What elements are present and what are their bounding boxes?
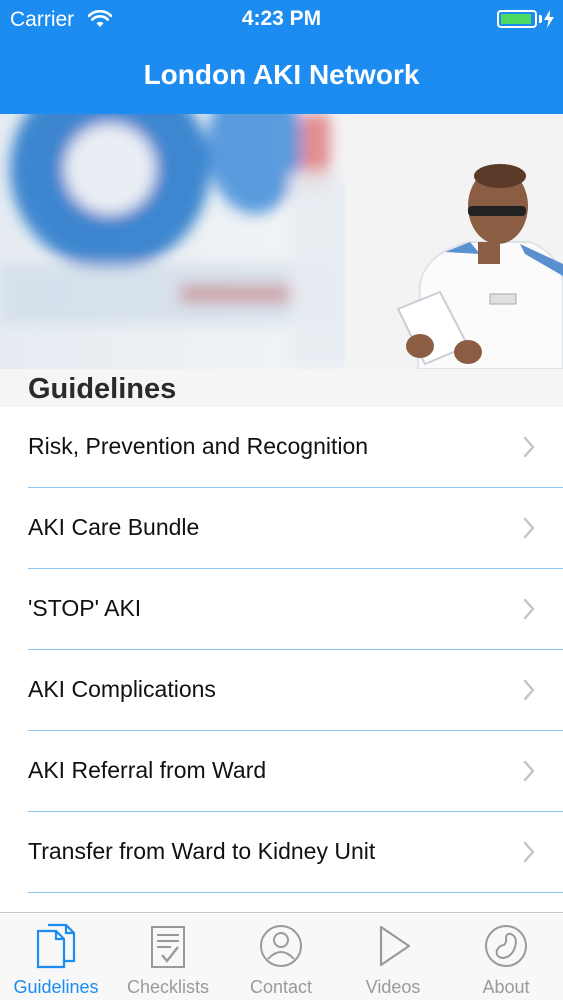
list-item-label: AKI Referral from Ward [28, 757, 267, 783]
charging-bolt-icon [544, 10, 554, 28]
contact-person-icon [260, 925, 302, 967]
section-header: Guidelines [0, 369, 563, 407]
navigation-bar: London AKI Network [0, 40, 563, 114]
list-item[interactable]: Risk, Prevention and Recognition [0, 407, 563, 488]
battery-tip [539, 15, 542, 23]
chevron-right-icon [523, 841, 535, 863]
list-item[interactable]: AKI Care Bundle [0, 488, 563, 569]
list-item[interactable]: AKI Complications [0, 650, 563, 731]
list-item[interactable]: 'STOP' AKI [0, 569, 563, 650]
tab-guidelines[interactable]: Guidelines [0, 913, 112, 1000]
section-title: Guidelines [28, 373, 177, 405]
checklist-icon [151, 926, 185, 968]
status-time: 4:23 PM [241, 7, 322, 30]
chevron-right-icon [523, 760, 535, 782]
battery-level [501, 14, 531, 24]
tab-label: Contact [249, 977, 313, 997]
list-item-label: AKI Complications [28, 676, 216, 702]
clinician-photo [0, 114, 563, 369]
list-item-label: Risk, Prevention and Recognition [28, 433, 369, 459]
tab-contact[interactable]: Contact [225, 913, 337, 1000]
chevron-right-icon [523, 679, 535, 701]
kidney-icon [485, 925, 527, 967]
tab-videos[interactable]: Videos [337, 913, 449, 1000]
tab-label: About [482, 977, 530, 997]
document-icon [36, 923, 76, 969]
tab-bar: Guidelines Checklists Contact Videos Abo… [0, 912, 563, 1000]
chevron-right-icon [523, 598, 535, 620]
chevron-right-icon [523, 436, 535, 458]
chevron-right-icon [523, 517, 535, 539]
tab-label: Guidelines [13, 977, 99, 997]
hero-photo [0, 114, 563, 369]
status-bar: Carrier 4:23 PM [0, 0, 563, 40]
tab-label: Checklists [126, 977, 210, 997]
row-separator [28, 892, 563, 893]
tab-about[interactable]: About [450, 913, 562, 1000]
list-item-label: Transfer from Ward to Kidney Unit [28, 838, 376, 864]
guidelines-list: Risk, Prevention and Recognition AKI Car… [0, 407, 563, 893]
list-item-label: AKI Care Bundle [28, 514, 200, 540]
list-item[interactable]: AKI Referral from Ward [0, 731, 563, 812]
tab-checklists[interactable]: Checklists [112, 913, 224, 1000]
battery-icon [497, 10, 537, 28]
play-icon [379, 925, 411, 967]
list-item[interactable]: Transfer from Ward to Kidney Unit [0, 812, 563, 893]
nav-title: London AKI Network [143, 59, 420, 90]
list-item-label: 'STOP' AKI [28, 595, 142, 621]
tab-label: Videos [365, 977, 421, 997]
